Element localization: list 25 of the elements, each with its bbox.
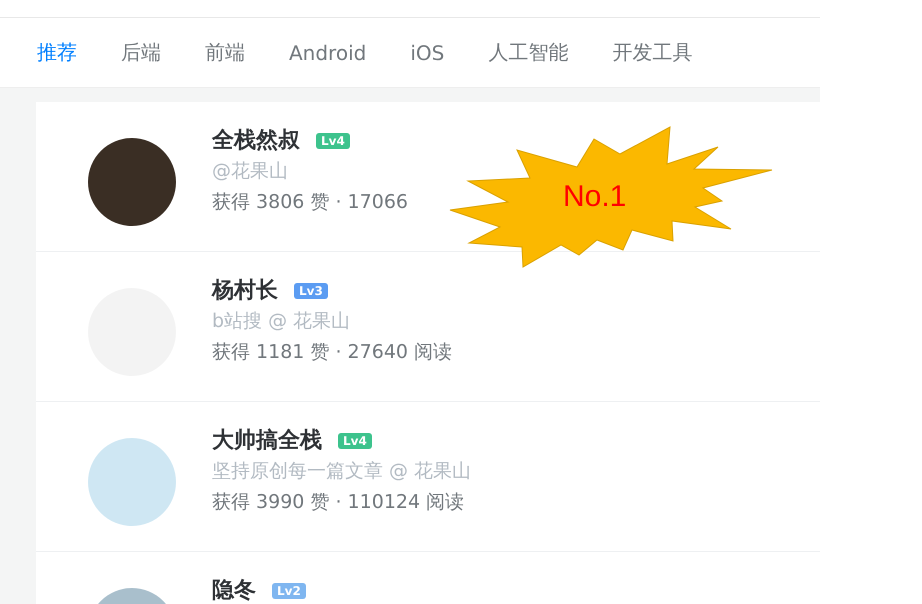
category-tab[interactable]: 前端 — [193, 39, 257, 66]
level-badge: Lv4 — [338, 433, 372, 449]
author-bio: @花果山 — [212, 159, 289, 184]
rank-label: No.1 — [563, 180, 626, 214]
author-row[interactable]: 杨村长 Lv3 b站搜 @ 花果山 获得 1181 赞 · 27640 阅读 — [36, 252, 820, 402]
author-bio: 坚持原创每一篇文章 @ 花果山 — [212, 459, 472, 484]
author-row[interactable]: 隐冬 Lv2 — [36, 552, 820, 604]
category-tab[interactable]: 人工智能 — [476, 39, 580, 66]
author-bio: b站搜 @ 花果山 — [212, 309, 352, 334]
category-tab[interactable]: Android — [277, 40, 378, 64]
author-name: 隐冬 — [212, 579, 256, 603]
author-stats: 获得 3806 赞 · 17066 — [212, 190, 408, 215]
category-tab[interactable]: 开发工具 — [600, 39, 704, 66]
category-tab[interactable]: iOS — [398, 40, 456, 64]
author-name: 杨村长 — [212, 279, 278, 303]
category-tab[interactable]: 推荐 — [25, 39, 89, 66]
author-stats: 获得 3990 赞 · 110124 阅读 — [212, 490, 466, 515]
level-badge: Lv3 — [294, 283, 328, 299]
level-badge: Lv2 — [272, 583, 306, 599]
category-tab[interactable]: 后端 — [109, 39, 173, 66]
author-row[interactable]: 大帅搞全栈 Lv4 坚持原创每一篇文章 @ 花果山 获得 3990 赞 · 110124 阅读 — [36, 402, 820, 552]
author-stats: 获得 1181 赞 · 27640 阅读 — [212, 340, 452, 365]
level-badge: Lv4 — [316, 133, 350, 149]
author-name: 全栈然叔 — [212, 129, 300, 153]
author-name: 大帅搞全栈 — [212, 429, 322, 453]
